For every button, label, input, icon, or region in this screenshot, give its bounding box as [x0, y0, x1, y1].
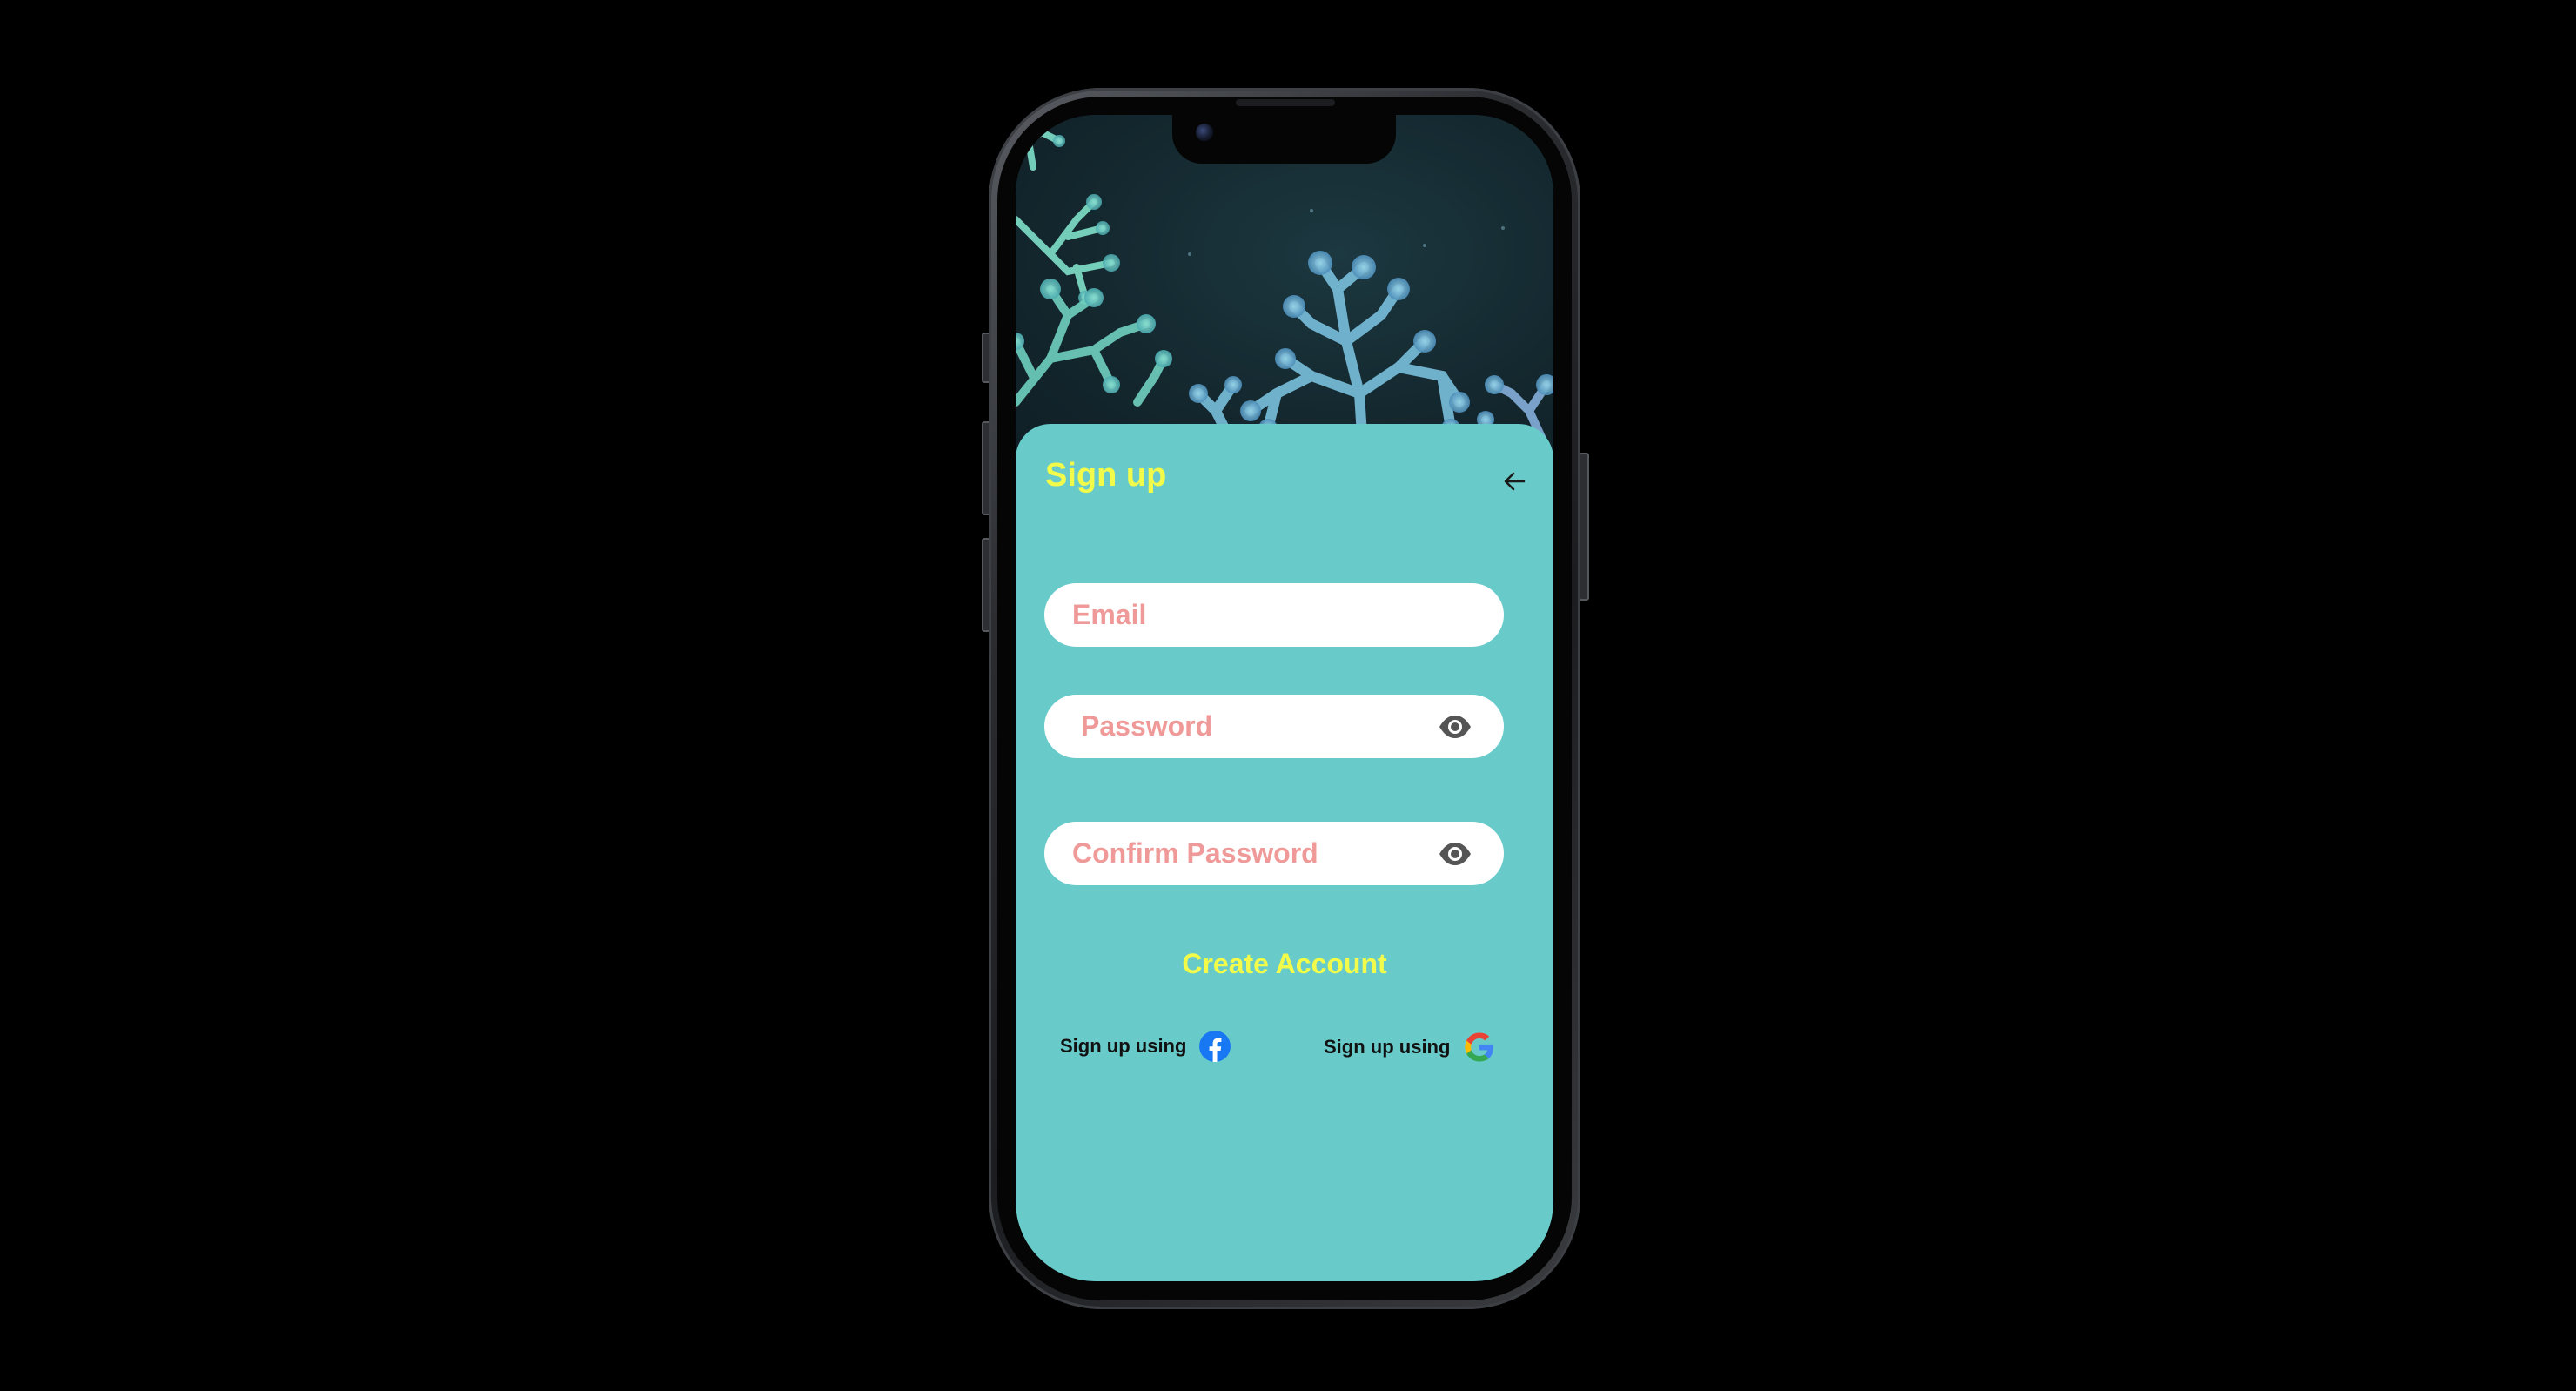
app-screen: Sign up Email Create Account Sign up usi…	[1016, 115, 1553, 1281]
device-mockup: Sign up Email Create Account Sign up usi…	[0, 0, 2576, 1391]
hero-image	[1016, 115, 1553, 468]
arrow-left-icon	[1504, 472, 1526, 491]
confirm-password-field[interactable]	[1044, 822, 1504, 885]
google-signup-label: Sign up using	[1324, 1036, 1451, 1058]
email-input[interactable]	[1072, 599, 1438, 631]
eye-icon	[1439, 842, 1471, 865]
password-input[interactable]	[1081, 710, 1446, 743]
email-field[interactable]	[1044, 583, 1504, 647]
password-field[interactable]	[1044, 695, 1504, 758]
page-title: Sign up	[1045, 457, 1167, 494]
coral-illustration	[1016, 128, 1553, 468]
password-visibility-toggle[interactable]	[1438, 714, 1472, 740]
back-button[interactable]	[1499, 466, 1531, 497]
eye-icon	[1439, 715, 1471, 738]
front-camera	[1196, 124, 1213, 141]
signup-card: Sign up Email Create Account Sign up usi…	[1016, 424, 1553, 1281]
google-signup-button[interactable]: Sign up using	[1324, 1030, 1497, 1065]
facebook-icon	[1199, 1031, 1231, 1062]
facebook-signup-label: Sign up using	[1060, 1035, 1187, 1057]
create-account-button[interactable]: Create Account	[1016, 946, 1553, 981]
confirm-password-input[interactable]	[1072, 837, 1438, 870]
confirm-password-visibility-toggle[interactable]	[1438, 841, 1472, 867]
facebook-signup-button[interactable]: Sign up using	[1060, 1030, 1231, 1063]
google-icon	[1465, 1032, 1494, 1062]
phone-speaker	[1236, 99, 1335, 106]
